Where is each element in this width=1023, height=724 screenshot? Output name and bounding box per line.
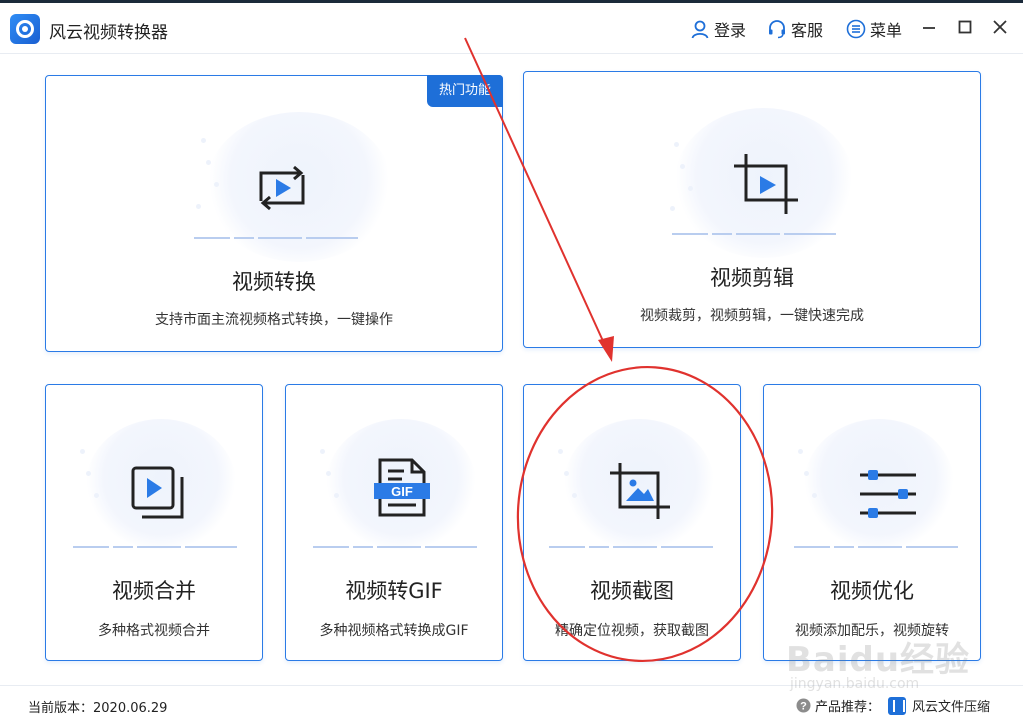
card-video-optimize[interactable]: 视频优化 视频添加配乐，视频旋转 xyxy=(763,384,981,661)
app-title: 风云视频转换器 xyxy=(49,23,168,43)
card-description: 精确定位视频，获取截图 xyxy=(555,623,709,639)
card-underline xyxy=(794,546,958,548)
card-title: 视频转GIF xyxy=(345,579,443,603)
menu-icon xyxy=(846,19,866,39)
user-icon xyxy=(691,20,709,39)
card-title: 视频合并 xyxy=(112,579,196,603)
card-title: 视频优化 xyxy=(830,579,914,603)
card-description: 多种视频格式转换成GIF xyxy=(319,623,469,639)
maximize-icon xyxy=(958,20,972,34)
help-icon: ? xyxy=(796,698,811,713)
sliders-icon xyxy=(858,467,918,525)
card-underline xyxy=(73,546,237,548)
close-icon xyxy=(993,20,1007,34)
login-label: 登录 xyxy=(714,21,747,40)
card-title: 视频截图 xyxy=(590,579,674,603)
baidu-watermark-url: jingyan.baidu.com xyxy=(790,676,920,692)
hot-feature-badge: 热门功能 xyxy=(427,75,503,107)
merge-video-icon xyxy=(130,465,190,529)
card-video-to-gif[interactable]: GIF 视频转GIF 多种视频格式转换成GIF xyxy=(285,384,503,661)
recommend-label: 产品推荐： xyxy=(815,700,881,715)
version-label: 当前版本：2020.06.29 xyxy=(28,701,168,716)
baidu-watermark: Baidu经验 xyxy=(786,640,971,680)
customer-service-button[interactable]: 客服 xyxy=(767,17,823,41)
gif-icon-label: GIF xyxy=(391,484,413,499)
card-description: 视频裁剪，视频剪辑，一键快速完成 xyxy=(640,308,864,324)
crop-image-icon xyxy=(608,461,674,527)
recommend-app-name: 风云文件压缩 xyxy=(912,700,991,715)
recommend-app-link[interactable]: 风云文件压缩 xyxy=(888,696,990,715)
service-label: 客服 xyxy=(791,21,824,40)
svg-text:?: ? xyxy=(800,701,807,713)
card-title: 视频剪辑 xyxy=(710,266,794,290)
card-title: 视频转换 xyxy=(232,270,316,294)
card-underline xyxy=(194,237,358,239)
crop-video-icon xyxy=(732,152,802,222)
card-underline xyxy=(672,233,836,235)
headset-icon xyxy=(769,20,785,39)
card-underline xyxy=(313,546,477,548)
card-underline xyxy=(549,546,713,548)
card-video-screenshot[interactable]: 视频截图 精确定位视频，获取截图 xyxy=(523,384,741,661)
title-bar: 风云视频转换器 登录 客服 菜单 xyxy=(0,3,1023,53)
close-button[interactable] xyxy=(990,17,1010,37)
card-description: 多种格式视频合并 xyxy=(98,623,210,639)
menu-label: 菜单 xyxy=(870,21,903,40)
card-video-edit[interactable]: 视频剪辑 视频裁剪，视频剪辑，一键快速完成 xyxy=(523,71,981,348)
login-button[interactable]: 登录 xyxy=(690,17,746,41)
maximize-button[interactable] xyxy=(955,17,975,37)
card-description: 支持市面主流视频格式转换，一键操作 xyxy=(155,312,393,328)
convert-icon xyxy=(255,161,309,219)
menu-button[interactable]: 菜单 xyxy=(846,17,902,41)
card-video-convert[interactable]: 视频转换 支持市面主流视频格式转换，一键操作 热门功能 xyxy=(45,75,503,352)
minimize-icon xyxy=(923,27,935,29)
file-compress-app-icon xyxy=(888,696,907,715)
minimize-button[interactable] xyxy=(919,17,939,37)
app-logo-icon xyxy=(10,14,40,44)
gif-file-icon: GIF xyxy=(372,457,432,523)
title-divider xyxy=(0,53,1023,54)
product-recommendation: ? 产品推荐： 风云文件压缩 xyxy=(796,696,990,715)
card-video-merge[interactable]: 视频合并 多种格式视频合并 xyxy=(45,384,263,661)
